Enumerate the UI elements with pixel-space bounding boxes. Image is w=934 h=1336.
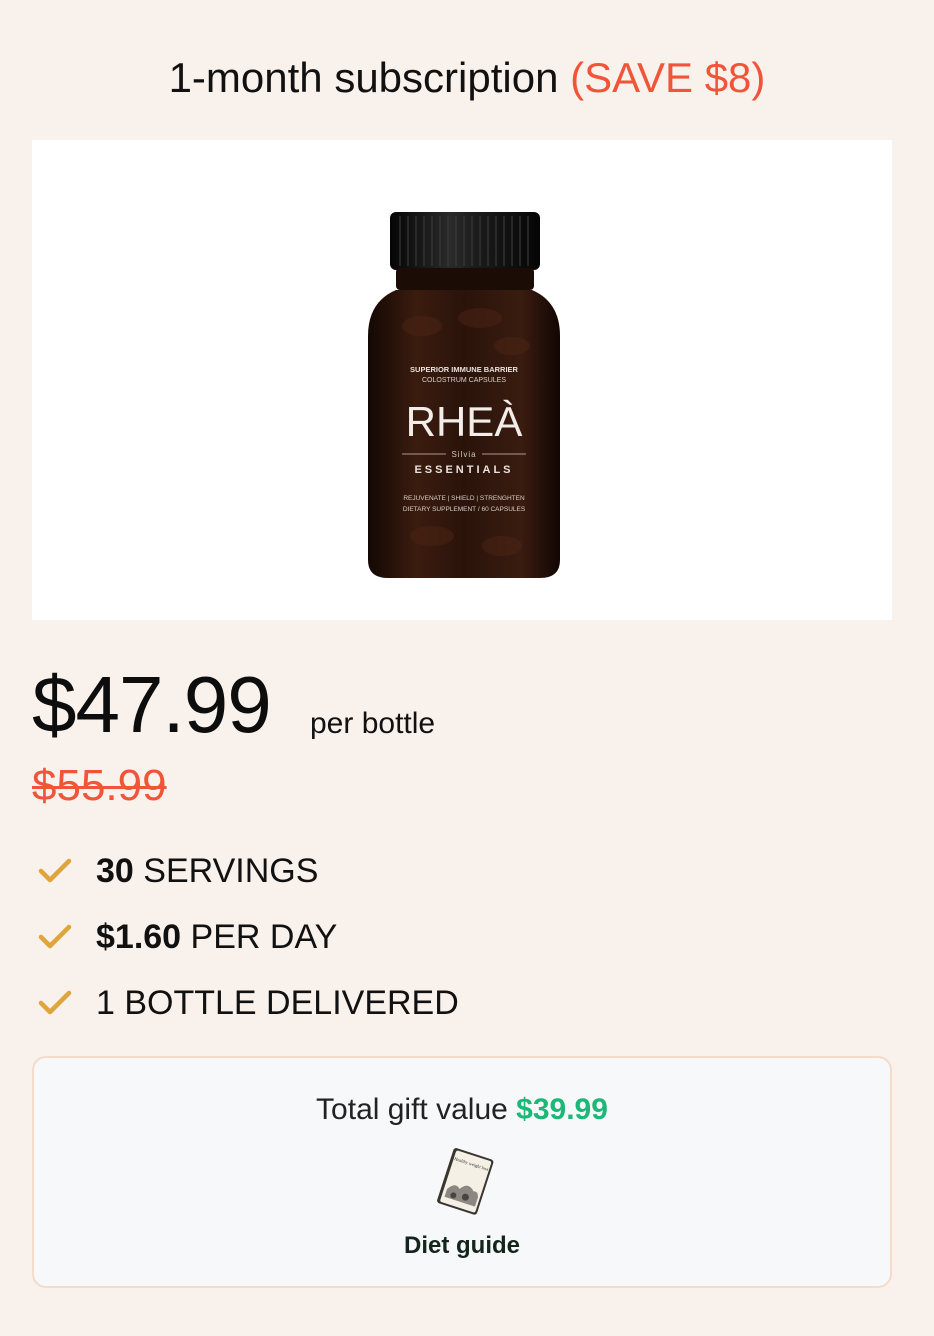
gift-box: Total gift value $39.99 Healthy weight l… <box>32 1056 892 1288</box>
label-bottom-line1: REJUVENATE | SHIELD | STRENGHTEN <box>403 495 525 502</box>
feature-rest: SERVINGS <box>133 852 319 890</box>
feature-rest: PER DAY <box>181 918 338 956</box>
product-bottle-image: SUPERIOR IMMUNE BARRIER COLOSTRUM CAPSUL… <box>368 212 560 578</box>
price-unit: per bottle <box>310 707 436 740</box>
gift-title: Total gift value $39.99 <box>34 1090 890 1130</box>
gift-value: $39.99 <box>516 1093 608 1126</box>
price: $47.99 <box>32 660 272 749</box>
product-image-card: SUPERIOR IMMUNE BARRIER COLOSTRUM CAPSUL… <box>32 140 892 620</box>
check-icon <box>38 990 72 1015</box>
feature-text: $1.60 PER DAY <box>96 912 337 962</box>
label-top-line1: SUPERIOR IMMUNE BARRIER <box>410 365 519 374</box>
check-icon <box>38 858 72 883</box>
label-top-line2: COLOSTRUM CAPSULES <box>422 377 506 384</box>
label-sub-brand: Silvia <box>451 450 476 459</box>
label-line: ESSENTIALS <box>414 464 513 476</box>
gift-label: Total gift value <box>316 1093 508 1126</box>
title-text: 1-month subscription <box>168 54 559 101</box>
label-brand: RHEÀ <box>406 398 523 445</box>
feature-bold: $1.60 <box>96 918 182 956</box>
gift-item-label: Diet guide <box>403 1232 520 1259</box>
feature-text: 30 SERVINGS <box>96 846 318 896</box>
feature-item: $1.60 PER DAY <box>32 904 732 970</box>
feature-text: 1 BOTTLE DELIVERED <box>96 978 459 1028</box>
feature-item: 1 BOTTLE DELIVERED <box>32 970 732 1036</box>
page-title: 1-month subscription (SAVE $8) <box>0 48 934 108</box>
feature-list: 30 SERVINGS $1.60 PER DAY 1 BOTTLE DELIV… <box>32 838 732 1036</box>
feature-bold: 30 <box>96 852 134 890</box>
feature-rest: 1 BOTTLE DELIVERED <box>96 984 459 1022</box>
savings-badge: (SAVE $8) <box>570 54 766 101</box>
booklet-icon: Healthy weight loss <box>437 1148 494 1215</box>
label-bottom-line2: DIETARY SUPPLEMENT / 60 CAPSULES <box>403 506 526 513</box>
check-icon <box>38 924 72 949</box>
original-price: $55.99 <box>32 761 167 810</box>
feature-item: 30 SERVINGS <box>32 838 732 904</box>
